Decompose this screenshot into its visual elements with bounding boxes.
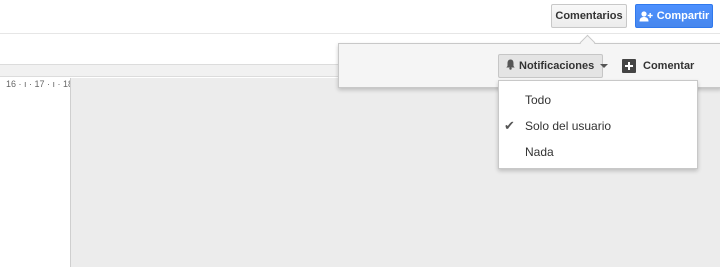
person-add-icon — [639, 10, 653, 22]
bell-icon — [506, 59, 515, 73]
notifications-dropdown-button[interactable]: Notificaciones — [498, 54, 609, 78]
menu-item-solo-del-usuario[interactable]: ✔ Solo del usuario — [499, 113, 697, 139]
add-comment-icon — [622, 59, 636, 73]
notifications-label: Notificaciones — [519, 60, 595, 72]
comments-button-label: Comentarios — [555, 10, 623, 22]
menu-item-label: Todo — [525, 93, 552, 107]
menu-item-label: Solo del usuario — [525, 119, 612, 133]
share-button-label: Compartir — [656, 10, 710, 22]
checkmark-icon: ✔ — [504, 118, 515, 133]
comments-button[interactable]: Comentarios — [551, 4, 627, 28]
add-comment-label: Comentar — [643, 60, 695, 72]
top-toolbar: Comentarios Compartir — [0, 0, 720, 34]
chevron-down-icon — [600, 64, 609, 68]
horizontal-ruler[interactable]: 16 · ı · 17 · ı · 18 — [0, 64, 338, 89]
menu-item-label: Nada — [525, 145, 554, 159]
share-button[interactable]: Compartir — [635, 4, 713, 28]
menu-item-nada[interactable]: Nada — [499, 139, 697, 165]
add-comment-button[interactable]: Comentar — [622, 57, 694, 75]
menu-item-todo[interactable]: Todo — [499, 87, 697, 113]
notifications-menu: Todo ✔ Solo del usuario Nada — [498, 80, 698, 169]
ruler-labels: 16 · ı · 17 · ı · 18 — [6, 79, 74, 89]
